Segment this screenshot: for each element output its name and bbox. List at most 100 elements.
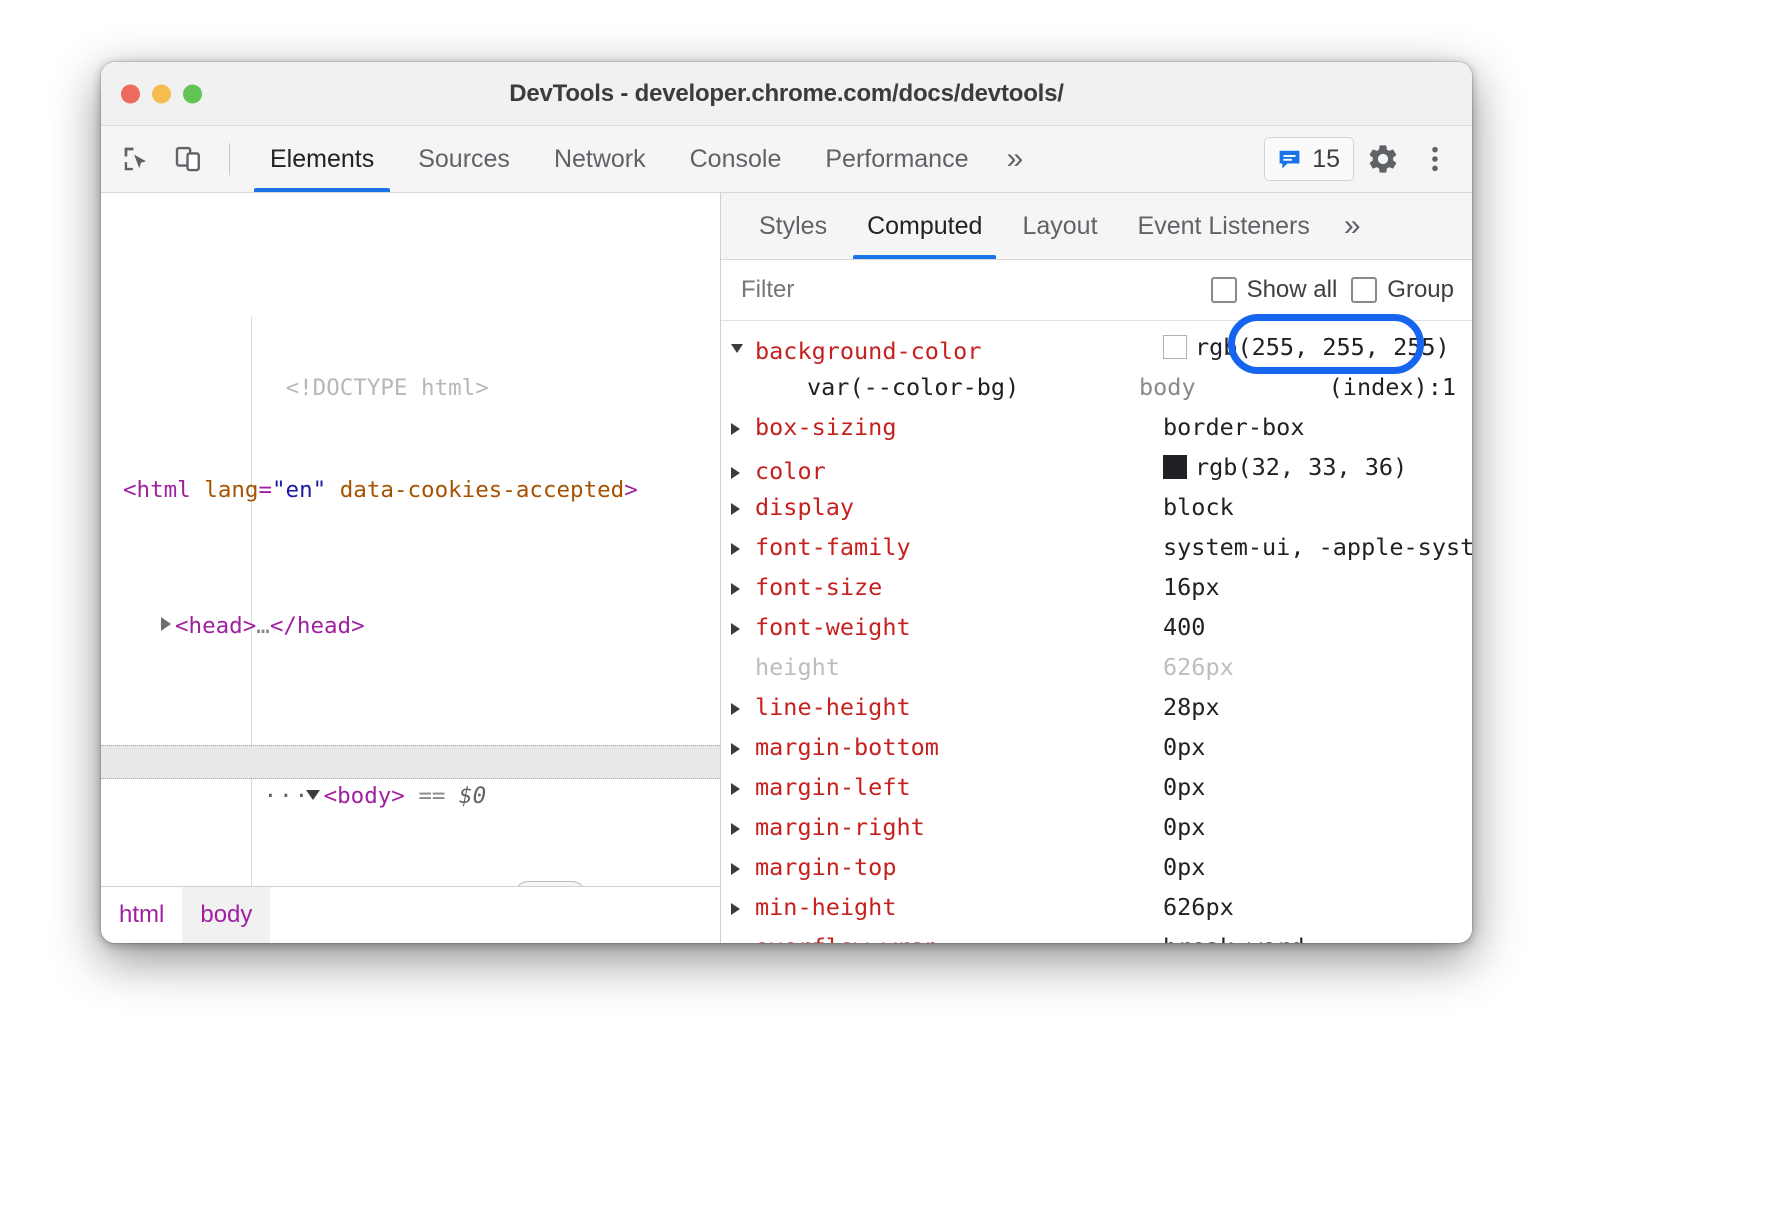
computed-property-row[interactable]: line-height 28px [721,687,1472,727]
zoom-window-button[interactable] [183,84,202,103]
property-name: margin-bottom [755,727,1163,767]
close-window-button[interactable] [121,84,140,103]
breadcrumb-item-body-label: body [200,901,252,929]
property-value-text: 16px [1163,567,1220,607]
elements-panel: <!DOCTYPE html> <html lang="en" data-coo… [101,193,721,943]
property-value-text: 0px [1163,767,1205,807]
tab-computed[interactable]: Computed [847,193,1002,259]
computed-property-row[interactable]: margin-left 0px [721,767,1472,807]
expand-arrow-min-height-icon[interactable] [731,903,755,915]
breadcrumb-item-body[interactable]: body [182,887,270,943]
devtools-toolbar: Elements Sources Network Console Perform… [101,126,1472,193]
computed-property-row[interactable]: color rgb(32, 33, 36) [721,447,1472,487]
property-value-text: 0px [1163,727,1205,767]
computed-property-row[interactable]: margin-top 0px [721,847,1472,887]
tab-layout-label: Layout [1022,212,1097,241]
group-checkbox[interactable]: Group [1351,276,1454,304]
computed-options: Show all Group [1211,276,1454,304]
property-value-text: 400 [1163,607,1205,647]
dom-node-doctype[interactable]: <!DOCTYPE html> [101,337,720,371]
color-swatch[interactable] [1163,455,1187,479]
group-label: Group [1387,276,1454,304]
devtools-window: DevTools - developer.chrome.com/docs/dev… [101,62,1472,943]
show-all-checkbox[interactable]: Show all [1211,276,1338,304]
sidebar-more-tabs-chevron-icon[interactable]: » [1330,193,1375,259]
grid-badge[interactable]: grid [514,881,586,886]
property-name: line-height [755,687,1163,727]
computed-property-row[interactable]: height 626px [721,647,1472,687]
expand-arrow-color-icon[interactable] [731,467,755,479]
computed-property-row[interactable]: overflow-wrap break-word [721,927,1472,943]
window-traffic-lights [121,84,202,103]
computed-properties-list[interactable]: background-color rgb(255, 255, 255) var(… [721,321,1472,943]
kebab-menu-icon[interactable] [1412,136,1458,182]
tab-sources[interactable]: Sources [396,126,532,192]
property-value: break-word [1163,927,1472,943]
tab-styles-label: Styles [759,212,827,241]
computed-property-row[interactable]: font-family system-ui, -apple-syst [721,527,1472,567]
collapse-arrow-body-icon[interactable] [306,790,320,800]
minimize-window-button[interactable] [152,84,171,103]
tab-console[interactable]: Console [668,126,804,192]
computed-property-row[interactable]: min-height 626px [721,887,1472,927]
tab-event-listeners[interactable]: Event Listeners [1118,193,1330,259]
toolbar-right-group: 15 [1264,126,1472,192]
expand-arrow-line-height-icon[interactable] [731,703,755,715]
expand-arrow-margin-right-icon[interactable] [731,823,755,835]
issues-counter-button[interactable]: 15 [1264,137,1354,181]
inspect-cursor-icon[interactable] [115,138,157,180]
dom-node-body[interactable]: ···<body> == $0 [101,745,720,779]
tab-elements[interactable]: Elements [248,126,396,192]
property-name: display [755,487,1163,527]
more-tabs-chevron-icon[interactable]: » [990,126,1039,192]
dom-node-scaffold[interactable]: <div class="scaffold">grid [101,881,720,886]
issues-message-icon [1276,146,1303,173]
computed-property-row[interactable]: background-color rgb(255, 255, 255) [721,327,1472,367]
show-all-checkbox-box[interactable] [1211,277,1237,303]
more-tabs-label: » [1006,142,1023,176]
dom-node-doctype-text: <!DOCTYPE html> [286,375,489,401]
dom-node-html[interactable]: <html lang="en" data-cookies-accepted> [101,473,720,507]
tab-layout[interactable]: Layout [1002,193,1117,259]
dom-tree[interactable]: <!DOCTYPE html> <html lang="en" data-coo… [101,193,720,886]
color-swatch[interactable] [1163,335,1187,359]
property-name: margin-top [755,847,1163,887]
node-overflow-menu-icon[interactable]: ··· [264,779,298,813]
property-value: 0px [1163,807,1472,847]
css-variable-expression: var(--color-bg) [731,367,1139,407]
breadcrumb-item-html[interactable]: html [101,887,182,943]
expand-arrow-display-icon[interactable] [731,503,755,515]
style-source-link[interactable]: (index):1 [1329,367,1472,407]
computed-property-row[interactable]: display block [721,487,1472,527]
computed-property-row[interactable]: font-size 16px [721,567,1472,607]
expand-arrow-margin-bottom-icon[interactable] [731,743,755,755]
expand-arrow-font-weight-icon[interactable] [731,623,755,635]
dom-node-head[interactable]: <head>…</head> [101,609,720,643]
computed-property-row[interactable]: margin-bottom 0px [721,727,1472,767]
tab-network[interactable]: Network [532,126,668,192]
computed-property-row[interactable]: margin-right 0px [721,807,1472,847]
expand-arrow-font-size-icon[interactable] [731,583,755,595]
expand-arrow-head-icon[interactable] [161,617,171,631]
property-name: font-family [755,527,1163,567]
expand-arrow-box-sizing-icon[interactable] [731,423,755,435]
toolbar-icon-group [115,126,248,192]
collapse-arrow-background-color-icon[interactable] [731,344,755,359]
computed-filter-row: Show all Group [721,260,1472,321]
expand-arrow-font-family-icon[interactable] [731,543,755,555]
filter-input[interactable] [739,275,1211,305]
tab-performance[interactable]: Performance [803,126,990,192]
tab-event-listeners-label: Event Listeners [1138,212,1310,241]
styles-sidebar: Styles Computed Layout Event Listeners »… [721,193,1472,943]
computed-property-row[interactable]: box-sizing border-box [721,407,1472,447]
expand-arrow-margin-top-icon[interactable] [731,863,755,875]
gear-icon[interactable] [1360,136,1406,182]
device-toolbar-icon[interactable] [167,138,209,180]
expand-arrow-margin-left-icon[interactable] [731,783,755,795]
property-value: 0px [1163,767,1472,807]
property-value-text: 28px [1163,687,1220,727]
tab-styles[interactable]: Styles [739,193,847,259]
property-value-text: 626px [1163,647,1234,687]
computed-property-row[interactable]: font-weight 400 [721,607,1472,647]
group-checkbox-box[interactable] [1351,277,1377,303]
